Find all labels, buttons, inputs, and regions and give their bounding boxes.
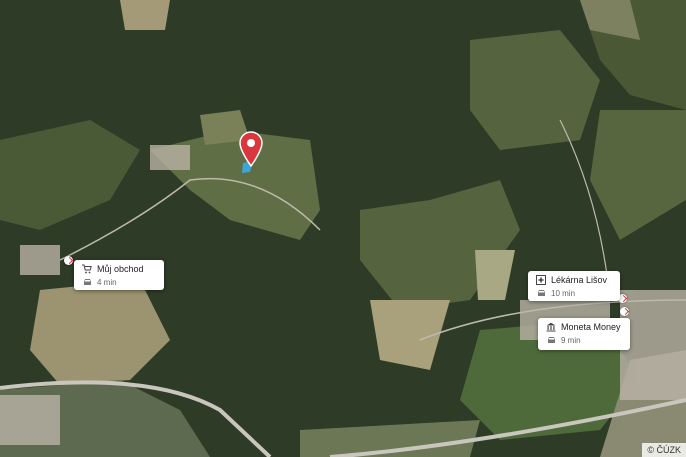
map-view[interactable]: Můj obchod 4 min Lékárna Lišov 10 min Mo…: [0, 0, 686, 457]
bank-icon: [546, 322, 556, 332]
poi-name: Moneta Money B...: [561, 322, 622, 332]
poi-card-lekarna-lisov[interactable]: Lékárna Lišov 10 min: [528, 271, 620, 301]
poi-pointer-muj-obchod: [64, 256, 73, 265]
poi-travel-time: 9 min: [561, 335, 581, 345]
poi-name: Lékárna Lišov: [551, 275, 608, 285]
poi-travel-time: 4 min: [97, 277, 117, 287]
poi-card-muj-obchod[interactable]: Můj obchod 4 min: [74, 260, 164, 290]
shopping-cart-icon: [82, 264, 92, 274]
car-icon: [536, 288, 546, 298]
car-icon: [546, 335, 556, 345]
poi-card-moneta[interactable]: Moneta Money B... 9 min: [538, 318, 630, 350]
pharmacy-cross-icon: [536, 275, 546, 285]
poi-travel-time: 10 min: [551, 288, 576, 298]
satellite-imagery: [0, 0, 686, 457]
poi-name: Můj obchod: [97, 264, 144, 274]
poi-pointer-moneta: [620, 307, 629, 316]
car-icon: [82, 277, 92, 287]
location-pin-icon[interactable]: [238, 131, 264, 168]
map-attribution: © ČÚZK: [642, 443, 686, 457]
